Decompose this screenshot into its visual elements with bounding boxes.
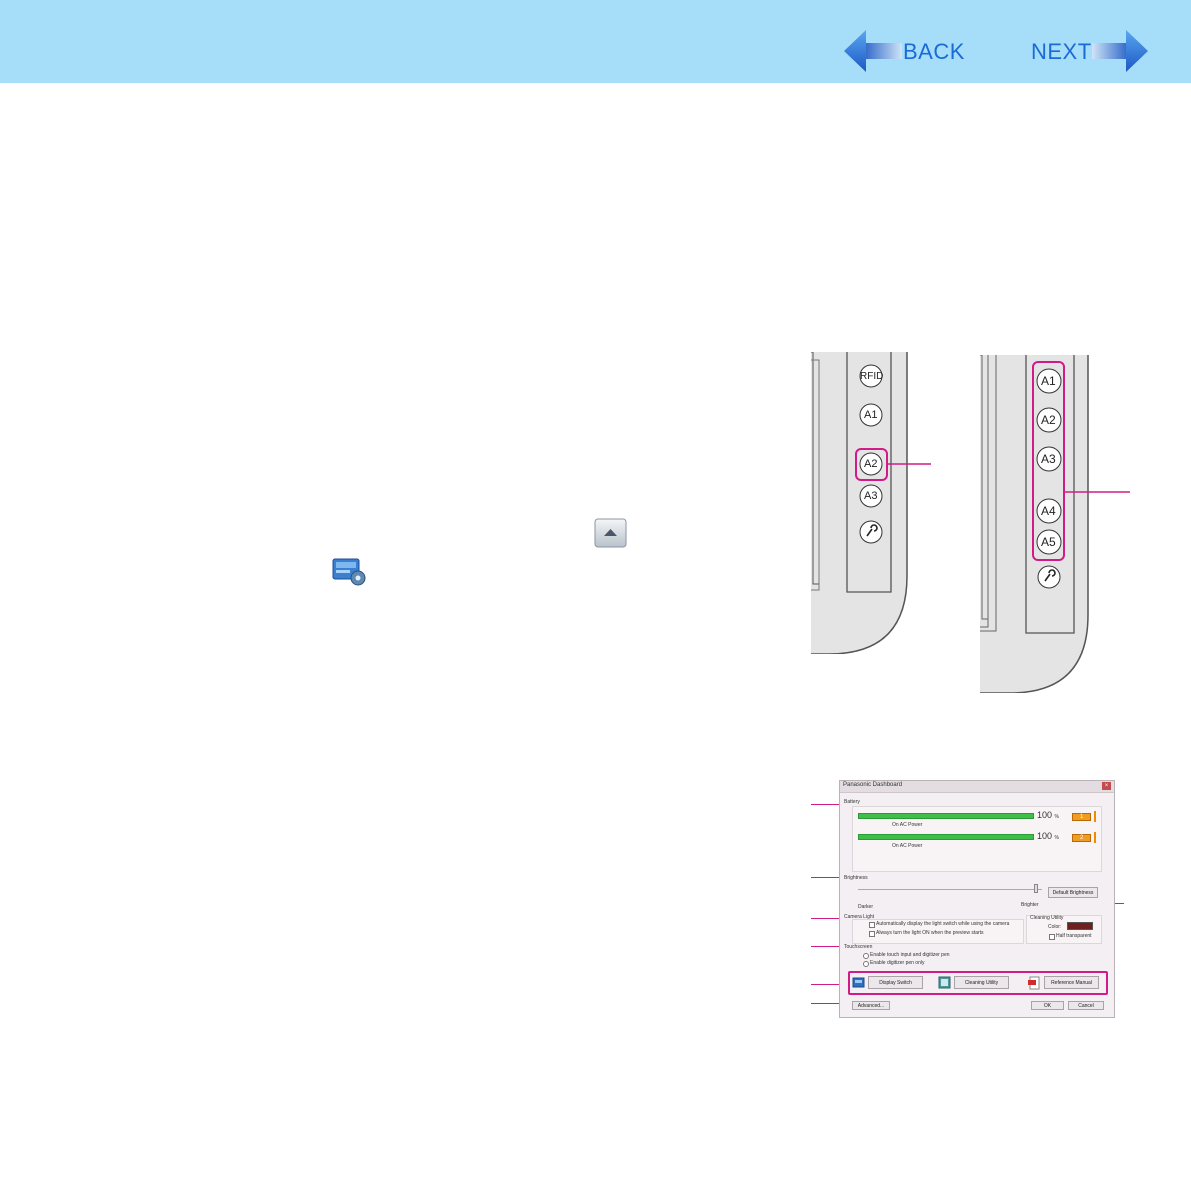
keypad-right-a4: A4: [1041, 504, 1056, 518]
ok-button[interactable]: OK: [1031, 1001, 1064, 1010]
back-arrow-icon: [844, 30, 902, 72]
cleaning-utility-button[interactable]: Cleaning Utility: [954, 976, 1009, 989]
next-arrow-icon: [1092, 30, 1148, 72]
battery-1-bar: [858, 813, 1034, 819]
half-transparent-label: Half transparent: [1056, 933, 1092, 939]
battery-label: Battery: [844, 799, 860, 805]
battery-1-status: On AC Power: [892, 822, 923, 828]
battery-1-warning-icon: [1094, 811, 1096, 822]
brightness-darker-label: Darker: [858, 904, 874, 910]
show-hidden-icons-icon: [594, 518, 627, 553]
keypad-left-a2: A2: [864, 458, 878, 470]
keypad-right-a5: A5: [1041, 535, 1056, 549]
touchscreen-option2-label: Enable digitizer pen only: [870, 960, 925, 966]
touchscreen-option2-radio[interactable]: [863, 961, 869, 967]
camera-light-option1-label: Automatically display the light switch w…: [876, 921, 1010, 927]
battery-2-icon: 2: [1072, 834, 1091, 842]
keypad-left-rfid: RFID: [860, 371, 884, 382]
display-switch-icon: [852, 977, 865, 988]
pdf-icon: [1028, 976, 1040, 990]
cleaning-color-dropdown[interactable]: [1067, 922, 1093, 930]
keypad-right-a2: A2: [1041, 413, 1056, 427]
dashboard-title: Panasonic Dashboard: [843, 782, 903, 788]
camera-light-option2-checkbox[interactable]: [869, 931, 875, 937]
default-brightness-button[interactable]: Default Brightness: [1048, 887, 1098, 898]
brightness-slider-track[interactable]: [858, 889, 1042, 890]
keypad-left-a3: A3: [864, 490, 878, 502]
keypad-illustration-left: RFID A1 A2 A3: [811, 351, 931, 655]
touchscreen-option1-label: Enable touch input and digitizer pen: [870, 952, 950, 958]
battery-2-status: On AC Power: [892, 843, 923, 849]
back-button[interactable]: BACK: [842, 28, 964, 74]
battery-1-icon: 1: [1072, 813, 1091, 821]
brightness-brighter-label: Brighter: [1021, 902, 1039, 908]
half-transparent-checkbox[interactable]: [1049, 934, 1055, 940]
keypad-illustration-right: A1 A2 A3 A4 A5: [980, 354, 1130, 694]
back-label: BACK: [903, 39, 965, 64]
touchscreen-option1-radio[interactable]: [863, 953, 869, 959]
battery-2-number: 2: [1080, 835, 1084, 841]
next-button[interactable]: NEXT: [1028, 28, 1150, 74]
next-label: NEXT: [1031, 39, 1092, 64]
keypad-right-a1: A1: [1041, 374, 1056, 388]
brightness-label: Brightness: [844, 875, 868, 881]
display-switch-button[interactable]: Display Switch: [868, 976, 923, 989]
close-button[interactable]: ×: [1102, 782, 1111, 790]
touchscreen-label: Touchscreen: [844, 944, 873, 950]
battery-1-percent: 100 %: [1037, 810, 1059, 820]
utility-buttons-highlight: Display Switch Cleaning Utility Referenc…: [848, 971, 1108, 995]
cleaning-utility-icon: [938, 976, 951, 989]
battery-2-warning-icon: [1094, 832, 1096, 843]
cancel-button[interactable]: Cancel: [1068, 1001, 1104, 1010]
battery-1-number: 1: [1080, 814, 1084, 820]
cleaning-color-label: Color:: [1048, 924, 1062, 930]
dashboard-titlebar: Panasonic Dashboard ×: [840, 781, 1114, 793]
cleaning-utility-label: Cleaning Utility: [1030, 915, 1064, 921]
dashboard-window: Panasonic Dashboard × Battery 100 % 1 On…: [839, 780, 1115, 1018]
battery-2-percent: 100 %: [1037, 831, 1059, 841]
keypad-right-a3: A3: [1041, 452, 1056, 466]
reference-manual-button[interactable]: Reference Manual: [1044, 976, 1099, 989]
battery-2-bar: [858, 834, 1034, 840]
brightness-slider-thumb[interactable]: [1034, 884, 1038, 893]
camera-light-option2-label: Always turn the light ON when the previe…: [876, 930, 984, 936]
camera-light-option1-checkbox[interactable]: [869, 922, 875, 928]
page-header: BACK NEXT: [0, 0, 1191, 83]
panasonic-dashboard-icon: [331, 556, 367, 591]
keypad-left-a1: A1: [864, 409, 878, 421]
advanced-button[interactable]: Advanced...: [852, 1001, 890, 1010]
